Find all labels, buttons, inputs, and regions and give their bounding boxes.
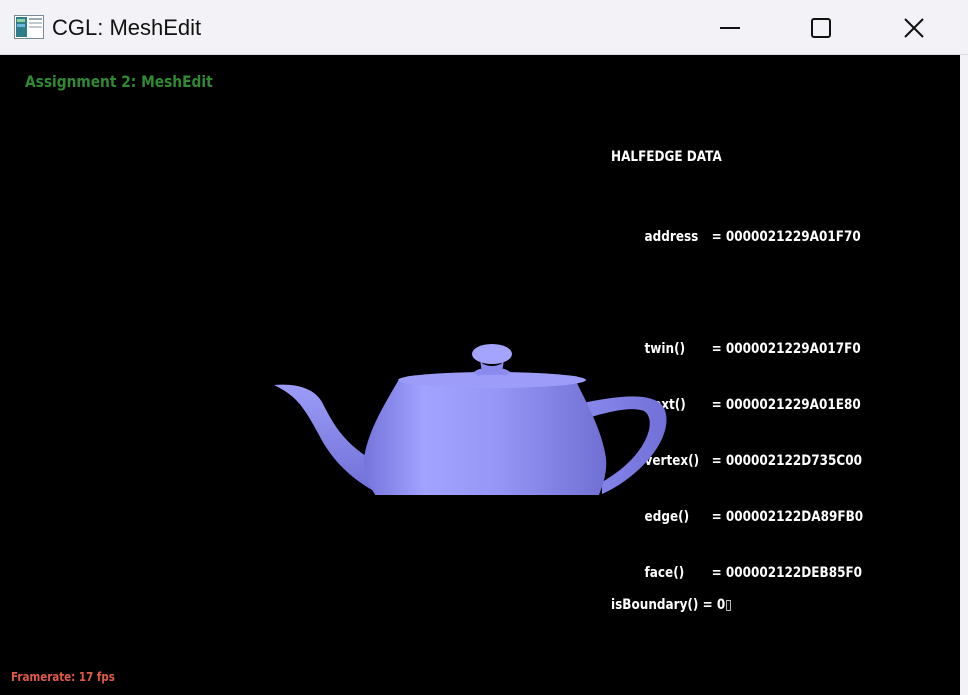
teapot-knob [472, 344, 512, 364]
close-button[interactable] [868, 0, 960, 55]
teapot-mesh[interactable] [256, 280, 686, 495]
halfedge-boundary: isBoundary() = 0▯ [611, 597, 732, 613]
teapot-spout [274, 384, 372, 490]
halfedge-header: HALFEDGE DATA [611, 149, 722, 165]
close-icon [904, 17, 924, 38]
minimize-button[interactable] [684, 0, 776, 55]
app-window: CGL: MeshEdit Assignment 2: MeshEdit HAL… [0, 0, 968, 695]
halfedge-value: = 0000021229A017F0 [711, 341, 861, 357]
halfedge-value: = 0000021229A01E80 [711, 397, 861, 413]
render-viewport[interactable]: Assignment 2: MeshEdit HALFEDGE DATA add… [1, 55, 960, 695]
minimize-icon [720, 26, 740, 29]
halfedge-value: = 0000021229A01F70 [711, 229, 861, 245]
halfedge-value: = 000002122D735C00 [711, 453, 863, 469]
framerate-label: Framerate: 17 fps [11, 670, 115, 684]
halfedge-spacer [611, 257, 863, 281]
assignment-title: Assignment 2: MeshEdit [25, 72, 213, 91]
halfedge-key: edge() [644, 509, 690, 525]
maximize-icon [811, 17, 831, 38]
app-window-icon [14, 15, 44, 39]
window-right-edge [960, 55, 968, 695]
maximize-button[interactable] [775, 0, 867, 55]
halfedge-value: = 000002122DA89FB0 [711, 509, 864, 525]
halfedge-row-address: address = 0000021229A01F70 [611, 201, 863, 245]
window-title: CGL: MeshEdit [52, 15, 202, 40]
halfedge-key: address [644, 229, 699, 245]
halfedge-value: = 000002122DEB85F0 [711, 565, 863, 581]
halfedge-row-face: face() = 000002122DEB85F0 [611, 537, 863, 581]
teapot-body [363, 378, 607, 495]
title-bar[interactable]: CGL: MeshEdit [0, 0, 968, 55]
halfedge-key: face() [644, 565, 685, 581]
